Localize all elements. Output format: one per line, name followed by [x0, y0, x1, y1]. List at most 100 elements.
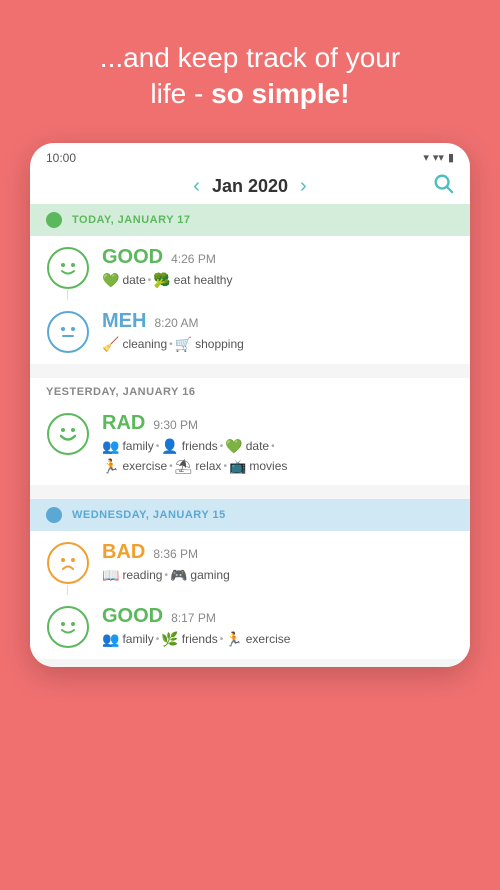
good-time: 4:26 PM — [171, 252, 216, 266]
bad-face — [47, 542, 89, 584]
list-item[interactable]: GOOD 8:17 PM 👥 family • 🌿 friends — [30, 595, 470, 659]
tag-sep: • — [156, 441, 160, 452]
rad-tags2: 🏃 exercise • ⛱ relax • 📺 movie — [102, 458, 454, 475]
exercise-icon2: 🏃 — [225, 631, 242, 648]
good-tags: 💚 date • 🥦 eat healthy — [102, 272, 454, 289]
tag-date: 💚 date — [102, 272, 146, 289]
tag-sep: • — [164, 570, 168, 581]
good2-tags: 👥 family • 🌿 friends • 🏃 exer — [102, 631, 454, 648]
family-icon: 👥 — [102, 438, 119, 455]
signal-icon: ▾▾ — [433, 151, 444, 164]
tag-shopping: 🛒 shopping — [175, 336, 244, 353]
meh-time: 8:20 AM — [154, 316, 198, 330]
today-label: TODAY, JANUARY 17 — [72, 214, 191, 226]
tag-sep: • — [220, 634, 224, 645]
today-header: TODAY, JANUARY 17 — [30, 204, 470, 236]
meh-face — [47, 311, 89, 353]
tag-reading: 📖 reading — [102, 567, 162, 584]
list-item[interactable]: BAD 8:36 PM 📖 reading • 🎮 gaming — [30, 531, 470, 595]
yesterday-header: YESTERDAY, JANUARY 16 — [30, 378, 470, 402]
good-mood-icon — [46, 246, 90, 290]
family-icon2: 👥 — [102, 631, 119, 648]
header-section: ...and keep track of your life - so simp… — [0, 0, 500, 143]
good2-entry-content: GOOD 8:17 PM 👥 family • 🌿 friends — [102, 605, 454, 648]
tag-sep: • — [156, 634, 160, 645]
shopping-icon: 🛒 — [175, 336, 192, 353]
friends-icon2: 🌿 — [161, 631, 178, 648]
list-item[interactable]: MEH 8:20 AM 🧹 cleaning • 🛒 shopping — [30, 300, 470, 364]
next-month-button[interactable]: › — [288, 175, 319, 198]
tag-family2-label: family — [122, 632, 153, 646]
bad-tags: 📖 reading • 🎮 gaming — [102, 567, 454, 584]
tag-movies-label: movies — [249, 459, 287, 473]
tag-date2-label: date — [246, 439, 269, 453]
meh-entry-content: MEH 8:20 AM 🧹 cleaning • 🛒 shopping — [102, 310, 454, 353]
tag-separator: • — [169, 339, 173, 350]
wednesday-entries-card: BAD 8:36 PM 📖 reading • 🎮 gaming — [30, 531, 470, 659]
status-icons: ▾ ▾▾ ▮ — [423, 151, 454, 164]
good-mood-label: GOOD — [102, 246, 163, 269]
wednesday-header: WEDNESDAY, JANUARY 15 — [30, 499, 470, 531]
tag-gaming-label: gaming — [190, 568, 229, 582]
tag-exercise2: 🏃 exercise — [225, 631, 290, 648]
bad-mood-label: BAD — [102, 541, 145, 564]
rad-tags: 👥 family • 👤 friends • 💚 date — [102, 438, 454, 455]
bad-mood-icon — [46, 541, 90, 585]
timeline-line2 — [67, 585, 68, 595]
list-item[interactable]: GOOD 4:26 PM 💚 date • 🥦 eat healthy — [30, 236, 470, 300]
wednesday-label: WEDNESDAY, JANUARY 15 — [72, 509, 226, 521]
tag-sep: • — [220, 441, 224, 452]
phone-mockup: 10:00 ▾ ▾▾ ▮ ‹ Jan 2020 › TODAY, JANUARY… — [30, 143, 470, 667]
month-year-label: Jan 2020 — [212, 176, 288, 197]
tag-date2: 💚 date — [225, 438, 269, 455]
good2-face — [47, 606, 89, 648]
yesterday-entries-card: YESTERDAY, JANUARY 16 RA — [30, 378, 470, 485]
prev-month-button[interactable]: ‹ — [181, 175, 212, 198]
list-item[interactable]: RAD 9:30 PM 👥 family • 👤 friends — [30, 402, 470, 485]
tag-sep: • — [271, 441, 275, 452]
status-time: 10:00 — [46, 151, 76, 165]
good-face — [47, 247, 89, 289]
tag-exercise2-label: exercise — [246, 632, 291, 646]
healthy-icon: 🥦 — [153, 272, 170, 289]
tag-gaming: 🎮 gaming — [170, 567, 230, 584]
tag-exercise-label: exercise — [122, 459, 167, 473]
tag-date-label: date — [122, 273, 145, 287]
day-section-yesterday: YESTERDAY, JANUARY 16 RA — [30, 378, 470, 485]
good2-time: 8:17 PM — [171, 611, 216, 625]
meh-mood-label: MEH — [102, 310, 146, 333]
day-section-today: TODAY, JANUARY 17 — [30, 204, 470, 364]
rad-mood-icon — [46, 412, 90, 456]
tag-family2: 👥 family — [102, 631, 154, 648]
search-button[interactable] — [432, 172, 454, 200]
day-section-wednesday: WEDNESDAY, JANUARY 15 — [30, 499, 470, 659]
tag-reading-label: reading — [122, 568, 162, 582]
tag-relax-label: relax — [195, 459, 221, 473]
tag-movies: 📺 movies — [229, 458, 287, 475]
tag-cleaning-label: cleaning — [122, 337, 167, 351]
nav-bar: ‹ Jan 2020 › — [30, 169, 470, 204]
tag-shopping-label: shopping — [195, 337, 244, 351]
tag-sep: • — [169, 461, 173, 472]
rad-entry-content: RAD 9:30 PM 👥 family • 👤 friends — [102, 412, 454, 475]
tag-friends-label: friends — [182, 439, 218, 453]
battery-icon: ▮ — [448, 151, 454, 164]
tag-healthy-label: eat healthy — [174, 273, 233, 287]
good2-mood-label: GOOD — [102, 605, 163, 628]
cleaning-icon: 🧹 — [102, 336, 119, 353]
wifi-icon: ▾ — [423, 151, 429, 164]
header-line2: life - so simple! — [30, 76, 470, 112]
tag-friends: 👤 friends — [161, 438, 217, 455]
tag-friends2-label: friends — [182, 632, 218, 646]
header-line2-normal: life - — [150, 78, 211, 109]
tag-sep: • — [223, 461, 227, 472]
meh-tags: 🧹 cleaning • 🛒 shopping — [102, 336, 454, 353]
rad-face — [47, 413, 89, 455]
heart-icon: 💚 — [102, 272, 119, 289]
good2-mood-icon — [46, 605, 90, 649]
today-dot — [46, 212, 62, 228]
exercise-icon: 🏃 — [102, 458, 119, 475]
reading-icon: 📖 — [102, 567, 119, 584]
bad-time: 8:36 PM — [153, 547, 198, 561]
tag-family: 👥 family — [102, 438, 154, 455]
